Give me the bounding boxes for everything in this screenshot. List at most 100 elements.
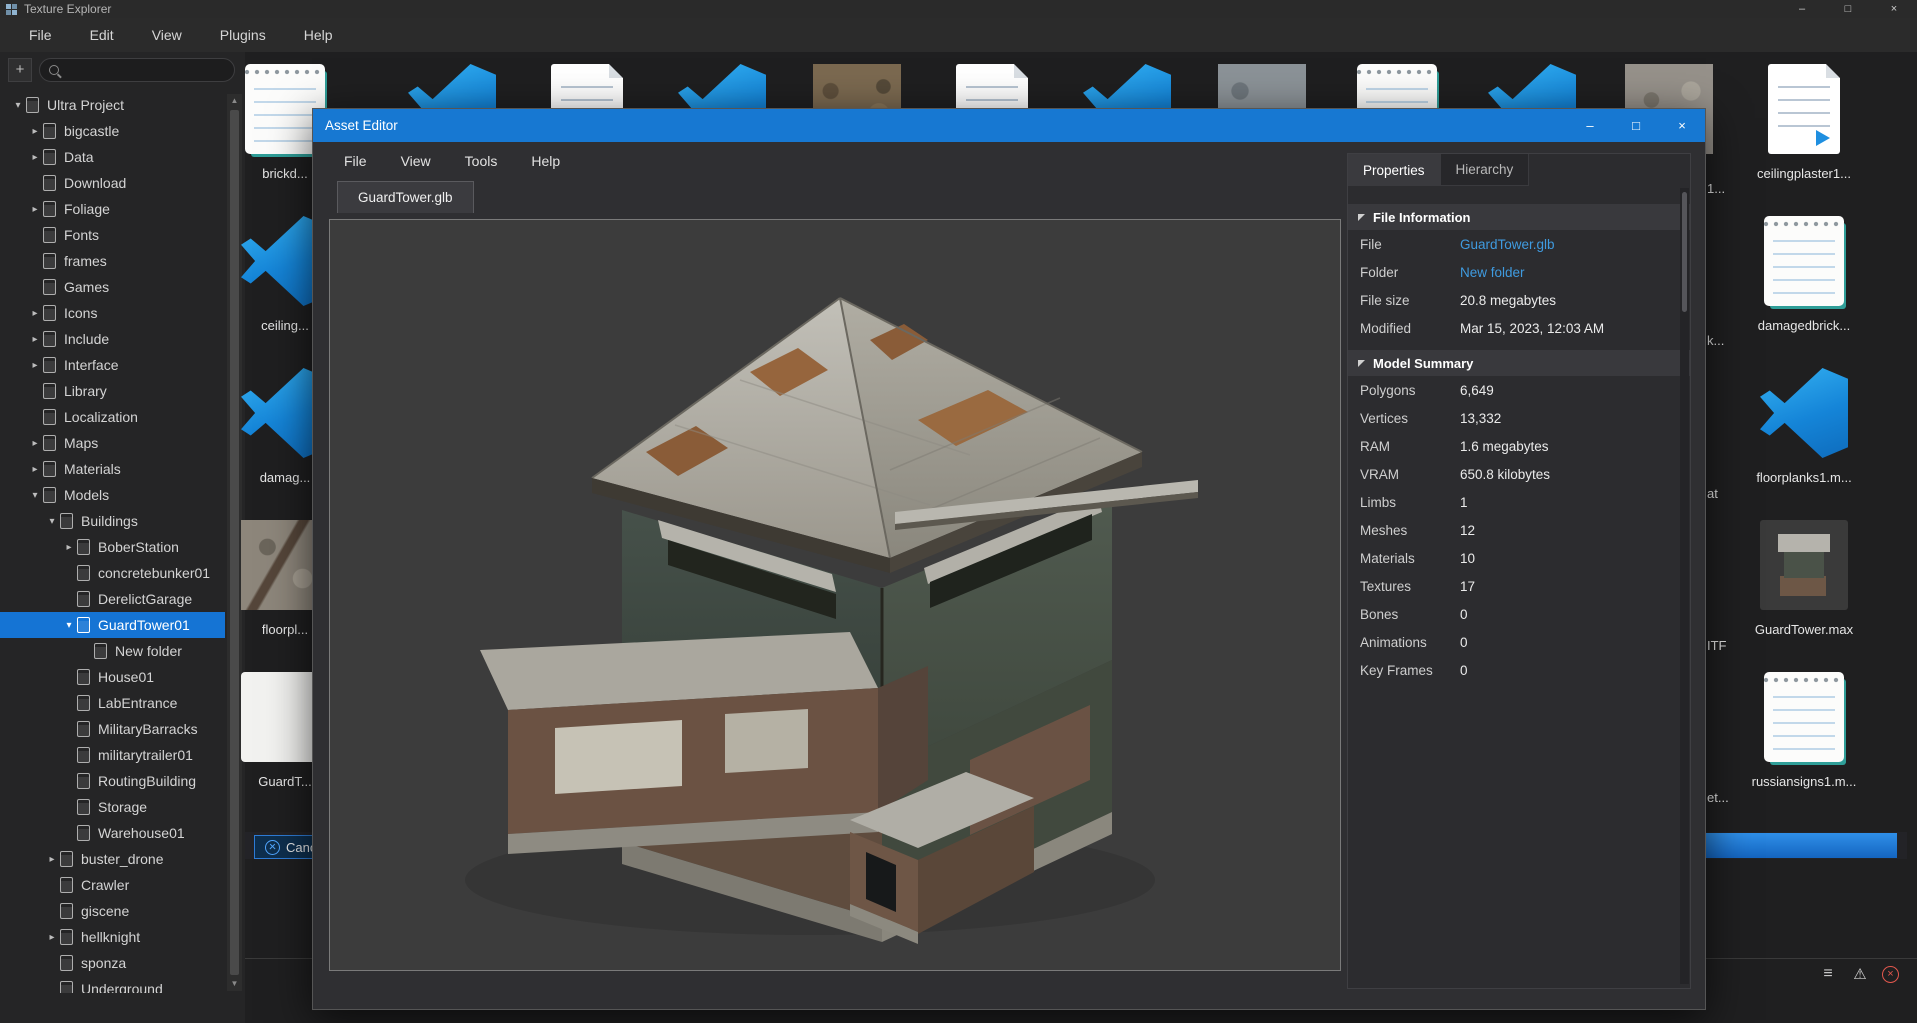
property-row[interactable]: Bones 0	[1348, 600, 1690, 628]
tree-item[interactable]: New folder	[0, 638, 225, 664]
search-input[interactable]	[65, 59, 234, 81]
editor-close-button[interactable]: ×	[1659, 109, 1705, 142]
tree-item[interactable]: frames	[0, 248, 225, 274]
file-item[interactable]: damagedbrick...	[1749, 216, 1859, 364]
expand-arrow-icon[interactable]: ▸	[44, 932, 60, 943]
editor-menu-item[interactable]: Help	[514, 153, 577, 169]
tree-item[interactable]: Storage	[0, 794, 225, 820]
tree-item[interactable]: ▸ Materials	[0, 456, 225, 482]
menu-item[interactable]: View	[133, 27, 201, 43]
property-row[interactable]: File size 20.8 megabytes	[1348, 286, 1690, 314]
property-row[interactable]: Folder New folder	[1348, 258, 1690, 286]
error-icon[interactable]: ×	[1882, 966, 1899, 983]
file-item[interactable]: ceilingplaster1...	[1749, 64, 1859, 212]
tree-item[interactable]: ▸ Foliage	[0, 196, 225, 222]
tree-item[interactable]: Warehouse01	[0, 820, 225, 846]
tree-item[interactable]: Fonts	[0, 222, 225, 248]
tree-item[interactable]: Library	[0, 378, 225, 404]
section-header-file-information[interactable]: File Information	[1348, 204, 1690, 230]
expand-arrow-icon[interactable]: ▸	[27, 204, 43, 215]
panel-scrollbar[interactable]	[1680, 188, 1689, 984]
tree-item[interactable]: MilitaryBarracks	[0, 716, 225, 742]
tree-item[interactable]: ▸ bigcastle	[0, 118, 225, 144]
expand-arrow-icon[interactable]: ▾	[44, 516, 60, 527]
tree-item[interactable]: Localization	[0, 404, 225, 430]
viewport-3d[interactable]	[329, 219, 1341, 971]
property-row[interactable]: Limbs 1	[1348, 488, 1690, 516]
scroll-down-icon[interactable]: ▼	[227, 977, 242, 991]
editor-menu-item[interactable]: Tools	[448, 153, 515, 169]
search-box[interactable]	[39, 58, 235, 82]
list-view-icon[interactable]: ≡	[1818, 964, 1838, 984]
menu-item[interactable]: Help	[285, 27, 352, 43]
tree-item[interactable]: DerelictGarage	[0, 586, 225, 612]
editor-tab[interactable]: GuardTower.glb	[337, 181, 474, 213]
expand-arrow-icon[interactable]: ▸	[27, 334, 43, 345]
property-row[interactable]: Key Frames 0	[1348, 656, 1690, 684]
tree-item[interactable]: Download	[0, 170, 225, 196]
tree-item[interactable]: ▸ hellknight	[0, 924, 225, 950]
expand-arrow-icon[interactable]: ▸	[61, 542, 77, 553]
expand-arrow-icon[interactable]: ▸	[27, 126, 43, 137]
tree-item[interactable]: ▸ Interface	[0, 352, 225, 378]
tree-item[interactable]: ▾ Ultra Project	[0, 92, 225, 118]
menu-item[interactable]: Edit	[71, 27, 133, 43]
file-item[interactable]: floorplanks1.m...	[1749, 368, 1859, 516]
tree-item[interactable]: ▸ Data	[0, 144, 225, 170]
scrollbar-thumb[interactable]	[1682, 192, 1687, 312]
expand-arrow-icon[interactable]: ▸	[27, 152, 43, 163]
tree-item[interactable]: ▸ BoberStation	[0, 534, 225, 560]
tree-item[interactable]: militarytrailer01	[0, 742, 225, 768]
file-item[interactable]: GuardTower.max	[1749, 520, 1859, 668]
tree-item[interactable]: House01	[0, 664, 225, 690]
property-row[interactable]: File GuardTower.glb	[1348, 230, 1690, 258]
tree-item[interactable]: LabEntrance	[0, 690, 225, 716]
property-row[interactable]: Modified Mar 15, 2023, 12:03 AM	[1348, 314, 1690, 342]
file-item[interactable]: russiansigns1.m...	[1749, 672, 1859, 820]
maximize-button[interactable]: □	[1825, 0, 1871, 18]
tree-item[interactable]: Crawler	[0, 872, 225, 898]
editor-maximize-button[interactable]: □	[1613, 109, 1659, 142]
editor-menu-item[interactable]: File	[327, 153, 384, 169]
menu-item[interactable]: File	[10, 27, 71, 43]
expand-arrow-icon[interactable]: ▸	[27, 464, 43, 475]
expand-arrow-icon[interactable]: ▸	[27, 308, 43, 319]
tree-item[interactable]: RoutingBuilding	[0, 768, 225, 794]
tree-item[interactable]: ▸ Maps	[0, 430, 225, 456]
tree-item[interactable]: sponza	[0, 950, 225, 976]
close-button[interactable]: ×	[1871, 0, 1917, 18]
expand-arrow-icon[interactable]: ▾	[27, 490, 43, 501]
editor-titlebar[interactable]: Asset Editor –□×	[313, 109, 1705, 142]
section-header-model-summary[interactable]: Model Summary	[1348, 350, 1690, 376]
tree-item[interactable]: Games	[0, 274, 225, 300]
expand-arrow-icon[interactable]: ▸	[27, 360, 43, 371]
editor-minimize-button[interactable]: –	[1567, 109, 1613, 142]
tree-item[interactable]: Underground	[0, 976, 225, 993]
property-row[interactable]: Textures 17	[1348, 572, 1690, 600]
property-row[interactable]: Polygons 6,649	[1348, 376, 1690, 404]
tree-item[interactable]: ▸ Icons	[0, 300, 225, 326]
property-row[interactable]: RAM 1.6 megabytes	[1348, 432, 1690, 460]
expand-arrow-icon[interactable]: ▸	[27, 438, 43, 449]
property-value[interactable]: GuardTower.glb	[1460, 237, 1555, 252]
property-row[interactable]: Meshes 12	[1348, 516, 1690, 544]
tree-item[interactable]: ▸ buster_drone	[0, 846, 225, 872]
add-button[interactable]: +	[8, 58, 32, 82]
tree-item[interactable]: ▾ GuardTower01	[0, 612, 225, 638]
expand-arrow-icon[interactable]: ▾	[10, 100, 26, 111]
expand-arrow-icon[interactable]: ▸	[44, 854, 60, 865]
property-value[interactable]: New folder	[1460, 265, 1525, 280]
tree-item[interactable]: giscene	[0, 898, 225, 924]
panel-tab[interactable]: Hierarchy	[1441, 154, 1530, 186]
property-row[interactable]: Vertices 13,332	[1348, 404, 1690, 432]
editor-menu-item[interactable]: View	[384, 153, 448, 169]
property-row[interactable]: VRAM 650.8 kilobytes	[1348, 460, 1690, 488]
tree-item[interactable]: ▸ Include	[0, 326, 225, 352]
property-row[interactable]: Materials 10	[1348, 544, 1690, 572]
tree-item[interactable]: concretebunker01	[0, 560, 225, 586]
expand-arrow-icon[interactable]: ▾	[61, 620, 77, 631]
minimize-button[interactable]: –	[1779, 0, 1825, 18]
menu-item[interactable]: Plugins	[201, 27, 285, 43]
tree-item[interactable]: ▾ Models	[0, 482, 225, 508]
tree-item[interactable]: ▾ Buildings	[0, 508, 225, 534]
